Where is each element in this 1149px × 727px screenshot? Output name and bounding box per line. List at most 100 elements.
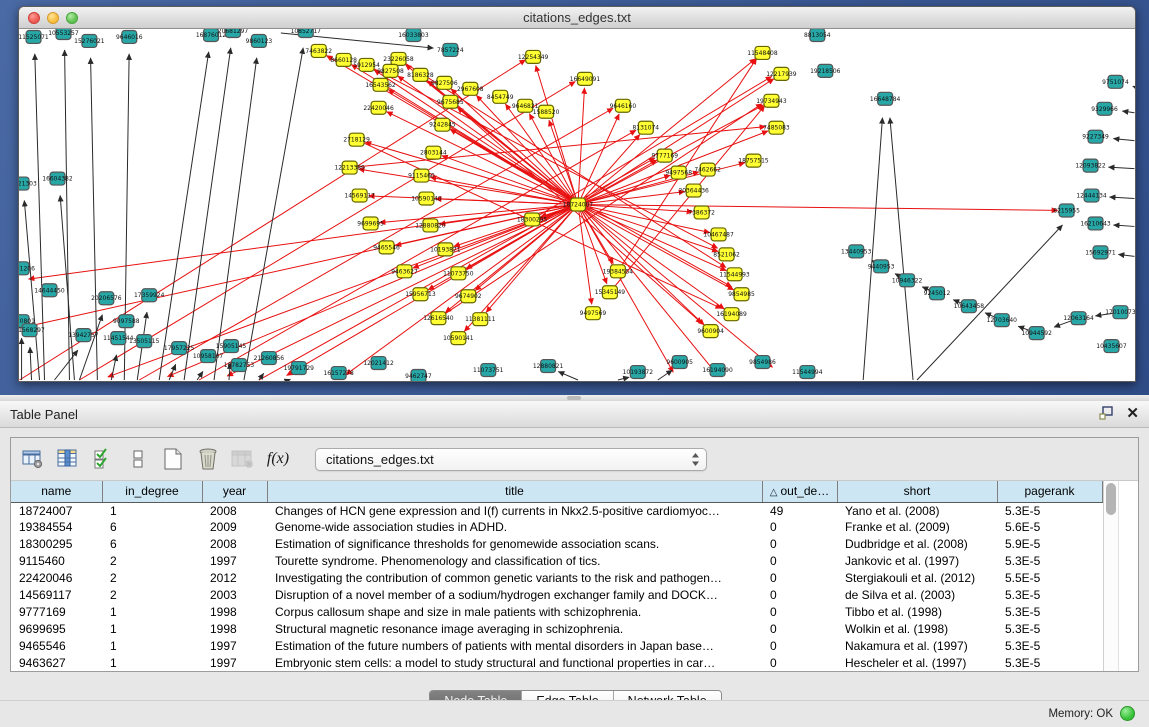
graph-node[interactable]: 11451544 (103, 332, 134, 345)
graph-node[interactable]: 10590141 (443, 332, 474, 345)
graph-node[interactable]: 9097588 (113, 315, 140, 328)
graph-node[interactable]: 19218506 (810, 64, 841, 77)
splitter-handle-icon[interactable] (567, 396, 581, 400)
graph-node[interactable]: 16157278 (323, 367, 354, 380)
table-row[interactable]: 1938455462009Genome-wide association stu… (11, 519, 1102, 536)
graph-node[interactable]: 9465546 (373, 241, 400, 254)
graph-node[interactable]: 10553257 (48, 29, 79, 39)
graph-node[interactable]: 9931206 (19, 262, 35, 275)
graph-node[interactable]: 10193872 (623, 366, 654, 379)
graph-node[interactable]: 15905145 (216, 340, 247, 353)
graph-node[interactable]: 17010073 (1105, 306, 1135, 319)
graph-node[interactable]: 9600904 (697, 325, 724, 338)
graph-node[interactable]: 8131074 (633, 121, 660, 134)
table-row[interactable]: 2242004622012Investigating the contribut… (11, 570, 1102, 587)
graph-node[interactable]: 15345149 (595, 286, 626, 299)
graph-node[interactable]: 11381111 (465, 313, 496, 326)
column-header-name[interactable]: name (11, 481, 102, 502)
graph-node[interactable]: 12880821 (533, 360, 564, 373)
graph-node[interactable]: 14644450 (34, 284, 65, 297)
graph-node[interactable]: 10958107 (193, 350, 224, 363)
graph-node[interactable]: 19734943 (756, 94, 787, 107)
graph-node[interactable]: 17957225 (164, 342, 195, 355)
graph-node[interactable]: 8521062 (713, 248, 740, 261)
graph-node[interactable]: 20681297 (218, 29, 249, 37)
graph-node[interactable]: 12213389 (334, 161, 365, 174)
deselect-all-icon[interactable] (126, 447, 150, 471)
network-canvas[interactable]: 1872400718300295193845541534514994975697… (19, 29, 1135, 381)
graph-node[interactable]: 18757515 (738, 154, 769, 167)
window-titlebar[interactable]: citations_edges.txt (19, 7, 1135, 29)
graph-node[interactable]: 15956713 (405, 288, 436, 301)
column-header-pagerank[interactable]: pagerank (997, 481, 1102, 502)
graph-node[interactable]: 2803144 (420, 146, 447, 159)
table-row[interactable]: 946554611997Estimation of the future num… (11, 637, 1102, 654)
column-header-out-degree[interactable]: △out_de… (762, 481, 837, 502)
float-panel-icon[interactable] (1099, 406, 1114, 423)
table-row[interactable]: 1456911722003Disruption of a novel membe… (11, 586, 1102, 603)
graph-node[interactable]: 15692971 (1085, 246, 1116, 259)
graph-node[interactable]: 21260856 (254, 352, 285, 365)
graph-node[interactable]: 16033803 (398, 29, 429, 41)
graph-node[interactable]: 23226058 (383, 52, 414, 65)
create-column-icon[interactable] (161, 447, 185, 471)
graph-node[interactable]: 9777169 (651, 149, 678, 162)
column-header-year[interactable]: year (202, 481, 267, 502)
table-select[interactable]: citations_edges.txt (315, 448, 707, 471)
column-header-in-degree[interactable]: in_degree (102, 481, 202, 502)
table-row[interactable]: 969969511998Structural magnetic resonanc… (11, 620, 1102, 637)
graph-node[interactable]: 9827508 (377, 64, 404, 77)
column-header-short[interactable]: short (837, 481, 997, 502)
graph-node[interactable]: 10946322 (892, 274, 923, 287)
graph-node[interactable]: 16648784 (870, 92, 901, 105)
graph-node[interactable]: 8813054 (804, 29, 831, 41)
table-row[interactable]: 911546021997Tourette syndrome. Phenomeno… (11, 553, 1102, 570)
delete-column-icon[interactable] (196, 447, 220, 471)
graph-node[interactable]: 11544994 (792, 366, 823, 379)
graph-node[interactable]: 12444134 (1076, 189, 1107, 202)
graph-node[interactable]: 13942757 (68, 329, 99, 342)
graph-node[interactable]: 7485083 (763, 121, 790, 134)
table-mode-icon[interactable] (21, 447, 45, 471)
function-builder-icon[interactable]: f(x) (266, 447, 290, 471)
graph-node[interactable]: 12217939 (766, 67, 797, 80)
graph-node[interactable]: 11548408 (747, 46, 778, 59)
graph-node[interactable]: 12616540 (423, 312, 454, 325)
graph-node[interactable]: 12093822 (1075, 159, 1106, 172)
graph-node[interactable]: 9860123 (246, 34, 273, 47)
graph-node[interactable]: 7463822 (305, 44, 332, 57)
graph-node[interactable]: 11568297 (19, 324, 45, 337)
select-all-icon[interactable] (91, 447, 115, 471)
graph-node[interactable]: 11073751 (473, 364, 504, 377)
graph-node[interactable]: 9497569 (580, 307, 607, 320)
graph-node[interactable]: 8454749 (487, 90, 514, 103)
graph-node[interactable]: 16604382 (42, 172, 73, 185)
show-columns-icon[interactable] (56, 447, 80, 471)
graph-node[interactable]: 1588520 (533, 105, 560, 118)
graph-node[interactable]: 12880820 (415, 219, 446, 232)
graph-node[interactable]: 9699695 (357, 217, 384, 230)
graph-node[interactable]: 16876012 (196, 29, 227, 41)
graph-node[interactable]: 16194089 (716, 308, 747, 321)
graph-node[interactable]: 9462747 (405, 370, 432, 381)
table-row[interactable]: 1830029562008Estimation of significance … (11, 536, 1102, 553)
graph-node[interactable]: 9646016 (116, 30, 143, 43)
table-scrollbar-thumb[interactable] (1106, 483, 1116, 515)
graph-node[interactable]: 15276021 (74, 34, 105, 47)
table-row[interactable]: 946362711997Embryonic stem cells: a mode… (11, 654, 1102, 671)
graph-node[interactable]: 13505115 (129, 335, 160, 348)
graph-node[interactable]: 10435607 (1096, 340, 1127, 353)
graph-node[interactable]: 22420046 (363, 101, 394, 114)
graph-node[interactable]: 10467487 (703, 228, 734, 241)
graph-node[interactable]: 16194090 (702, 364, 733, 377)
graph-node[interactable]: 20364436 (678, 184, 709, 197)
graph-node[interactable]: 10521303 (19, 177, 37, 190)
table-row[interactable]: 977716911998Corpus callosum shape and si… (11, 603, 1102, 620)
column-header-title[interactable]: title (267, 481, 762, 502)
graph-node[interactable]: 7386372 (688, 206, 715, 219)
table-row[interactable]: 1872400712008Changes of HCN gene express… (11, 502, 1102, 519)
graph-node[interactable]: 12063164 (1063, 312, 1094, 325)
graph-node[interactable]: 9329966 (1091, 102, 1118, 115)
graph-node[interactable]: 16210643 (1080, 217, 1111, 230)
graph-node[interactable]: 13440953 (841, 245, 872, 258)
